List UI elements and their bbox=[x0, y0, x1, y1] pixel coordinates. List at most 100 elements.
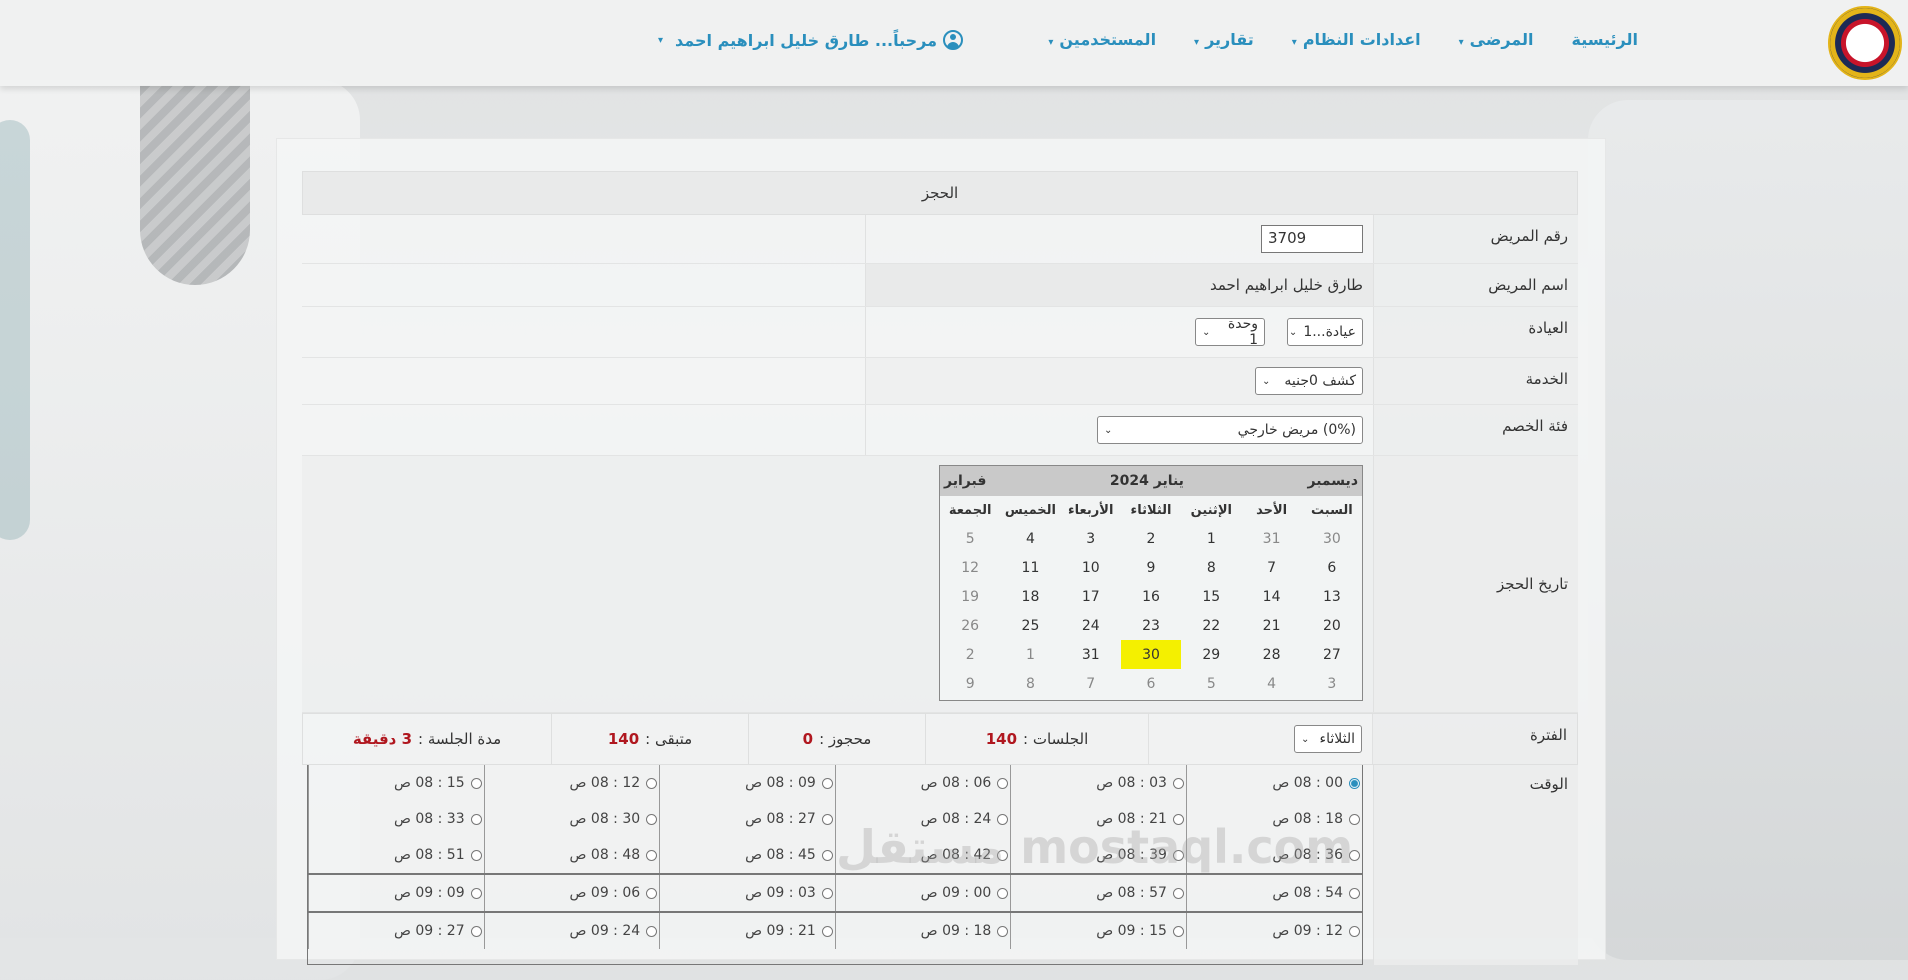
time-slot[interactable]: 48 : 08 ص bbox=[483, 837, 660, 874]
time-slot-radio[interactable] bbox=[997, 925, 1009, 937]
calendar-day[interactable]: 10 bbox=[1061, 553, 1121, 582]
time-slot[interactable]: 12 : 09 ص bbox=[1185, 911, 1362, 949]
time-slot-radio[interactable] bbox=[821, 777, 833, 789]
time-slot-radio[interactable] bbox=[1172, 887, 1184, 899]
calendar-day[interactable]: 30 bbox=[1302, 524, 1362, 553]
time-slot-radio[interactable] bbox=[1349, 925, 1360, 937]
patient-number-input[interactable]: 3709 bbox=[1261, 225, 1363, 253]
time-slot-radio[interactable] bbox=[646, 925, 658, 937]
time-slot-radio[interactable] bbox=[1349, 777, 1360, 789]
calendar-day[interactable]: 13 bbox=[1302, 582, 1362, 611]
period-select[interactable]: الثلاثاء ⌄ bbox=[1294, 725, 1362, 753]
calendar-day[interactable]: 6 bbox=[1302, 553, 1362, 582]
calendar-day[interactable]: 26 bbox=[940, 611, 1000, 640]
calendar-day[interactable]: 31 bbox=[1061, 640, 1121, 669]
nav-item-1[interactable]: المرضى ▾ bbox=[1459, 30, 1534, 49]
calendar-next-month[interactable]: فبراير bbox=[944, 473, 986, 489]
calendar-day[interactable]: 1 bbox=[1181, 524, 1241, 553]
service-select[interactable]: كشف 0جنيه ⌄ bbox=[1255, 367, 1363, 395]
calendar-day[interactable]: 29 bbox=[1181, 640, 1241, 669]
time-slot-radio[interactable] bbox=[1349, 887, 1360, 899]
time-slot[interactable]: 27 : 09 ص bbox=[308, 911, 485, 949]
time-slot[interactable]: 30 : 08 ص bbox=[483, 801, 660, 837]
calendar-day[interactable]: 5 bbox=[940, 524, 1000, 553]
calendar-day[interactable]: 31 bbox=[1241, 524, 1301, 553]
time-slot-radio[interactable] bbox=[821, 887, 833, 899]
logo[interactable] bbox=[1828, 6, 1902, 80]
calendar-day[interactable]: 25 bbox=[1000, 611, 1060, 640]
calendar-day[interactable]: 6 bbox=[1121, 669, 1181, 698]
calendar-day[interactable]: 4 bbox=[1241, 669, 1301, 698]
time-slot-radio[interactable] bbox=[470, 777, 482, 789]
calendar-day[interactable]: 3 bbox=[1061, 524, 1121, 553]
time-slot-radio[interactable] bbox=[821, 813, 833, 825]
calendar-prev-month[interactable]: ديسمبر bbox=[1308, 473, 1359, 489]
time-slot[interactable]: 21 : 09 ص bbox=[659, 911, 836, 949]
time-slot[interactable]: 51 : 08 ص bbox=[308, 837, 485, 874]
nav-item-2[interactable]: اعدادات النظام ▾ bbox=[1292, 30, 1421, 49]
time-slot-radio[interactable] bbox=[997, 777, 1009, 789]
calendar-day[interactable]: 28 bbox=[1241, 640, 1301, 669]
user-menu[interactable]: مرحباً... طارق خليل ابراهيم احمد ▾ bbox=[658, 30, 964, 50]
calendar-day[interactable]: 27 bbox=[1302, 640, 1362, 669]
calendar-day[interactable]: 2 bbox=[940, 640, 1000, 669]
calendar-day[interactable]: 18 bbox=[1000, 582, 1060, 611]
clinic-select[interactable]: عيادة...1 ⌄ bbox=[1287, 318, 1363, 346]
calendar-day[interactable]: 22 bbox=[1181, 611, 1241, 640]
calendar-day[interactable]: 12 bbox=[940, 553, 1000, 582]
time-slot-radio[interactable] bbox=[646, 813, 658, 825]
time-slot-radio[interactable] bbox=[470, 925, 482, 937]
time-slot[interactable]: 06 : 08 ص bbox=[834, 765, 1011, 801]
calendar-day[interactable]: 15 bbox=[1181, 582, 1241, 611]
time-slot-radio[interactable] bbox=[646, 777, 658, 789]
calendar-day[interactable]: 16 bbox=[1121, 582, 1181, 611]
calendar-day[interactable]: 14 bbox=[1241, 582, 1301, 611]
time-slot[interactable]: 15 : 08 ص bbox=[308, 765, 485, 801]
time-slot[interactable]: 00 : 08 ص bbox=[1185, 765, 1362, 801]
calendar-day[interactable]: 19 bbox=[940, 582, 1000, 611]
calendar-day[interactable]: 23 bbox=[1121, 611, 1181, 640]
time-slot-radio[interactable] bbox=[470, 813, 482, 825]
time-slot-radio[interactable] bbox=[1172, 925, 1184, 937]
time-slot[interactable]: 09 : 09 ص bbox=[308, 873, 485, 912]
calendar-day[interactable]: 9 bbox=[940, 669, 1000, 698]
discount-select[interactable]: (0%) مريض خارجي ⌄ bbox=[1097, 416, 1363, 444]
calendar-day[interactable]: 20 bbox=[1302, 611, 1362, 640]
time-slot[interactable]: 18 : 09 ص bbox=[834, 911, 1011, 949]
time-slot[interactable]: 54 : 08 ص bbox=[1185, 873, 1362, 912]
nav-item-0[interactable]: الرئيسية bbox=[1572, 30, 1639, 49]
time-slot[interactable]: 03 : 09 ص bbox=[659, 873, 836, 912]
time-slot[interactable]: 45 : 08 ص bbox=[659, 837, 836, 874]
time-slot[interactable]: 15 : 09 ص bbox=[1010, 911, 1187, 949]
time-slot-radio[interactable] bbox=[646, 887, 658, 899]
calendar-day[interactable]: 2 bbox=[1121, 524, 1181, 553]
calendar-day[interactable]: 7 bbox=[1241, 553, 1301, 582]
time-slot[interactable]: 00 : 09 ص bbox=[834, 873, 1011, 912]
calendar-day[interactable]: 3 bbox=[1302, 669, 1362, 698]
time-slot[interactable]: 57 : 08 ص bbox=[1010, 873, 1187, 912]
calendar-day[interactable]: 4 bbox=[1000, 524, 1060, 553]
time-slot[interactable]: 09 : 08 ص bbox=[659, 765, 836, 801]
time-slot[interactable]: 03 : 08 ص bbox=[1010, 765, 1187, 801]
calendar-day[interactable]: 17 bbox=[1061, 582, 1121, 611]
time-slot[interactable]: 27 : 08 ص bbox=[659, 801, 836, 837]
time-slot-radio[interactable] bbox=[821, 849, 833, 861]
unit-select[interactable]: وحدة 1 ⌄ bbox=[1195, 316, 1265, 348]
time-slot-radio[interactable] bbox=[470, 849, 482, 861]
nav-item-3[interactable]: تقارير ▾ bbox=[1194, 30, 1254, 49]
calendar-day[interactable]: 11 bbox=[1000, 553, 1060, 582]
calendar-day[interactable]: 5 bbox=[1181, 669, 1241, 698]
time-slot[interactable]: 24 : 09 ص bbox=[483, 911, 660, 949]
nav-item-4[interactable]: المستخدمين ▾ bbox=[1048, 30, 1156, 49]
time-slot[interactable]: 12 : 08 ص bbox=[483, 765, 660, 801]
time-slot-radio[interactable] bbox=[1172, 777, 1184, 789]
calendar-day[interactable]: 9 bbox=[1121, 553, 1181, 582]
calendar-day[interactable]: 30 bbox=[1120, 640, 1182, 669]
calendar-day[interactable]: 7 bbox=[1061, 669, 1121, 698]
calendar-day[interactable]: 24 bbox=[1061, 611, 1121, 640]
time-slot-radio[interactable] bbox=[997, 887, 1009, 899]
time-slot-radio[interactable] bbox=[470, 887, 482, 899]
time-slot-radio[interactable] bbox=[821, 925, 833, 937]
time-slot[interactable]: 33 : 08 ص bbox=[308, 801, 485, 837]
calendar-day[interactable]: 21 bbox=[1241, 611, 1301, 640]
